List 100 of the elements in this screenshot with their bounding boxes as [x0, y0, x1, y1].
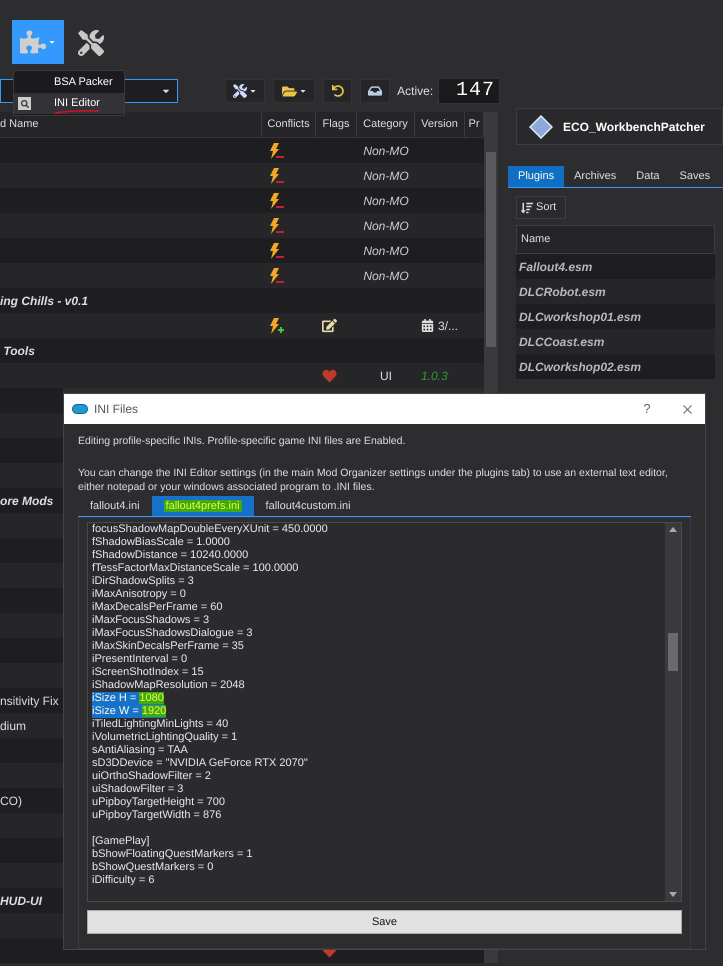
active-count-display: 147: [438, 78, 500, 104]
mod-row[interactable]: [0, 563, 63, 588]
plugin-tools-button[interactable]: [12, 20, 64, 64]
mod-row[interactable]: Non-MO: [0, 238, 484, 263]
ini-line: iMaxDecalsPerFrame = 60: [92, 600, 223, 614]
app-icon: [72, 404, 88, 414]
ini-line: bShowQuestMarkers = 0: [92, 860, 214, 874]
ini-line: [GamePlay]: [92, 834, 150, 848]
mod-row[interactable]: [0, 813, 63, 838]
mod-row[interactable]: [0, 838, 63, 863]
mod-row[interactable]: dium: [0, 713, 63, 738]
folder-button[interactable]: [273, 79, 316, 103]
plugin-row[interactable]: DLCworkshop01.esm: [516, 304, 715, 329]
scroll-down-icon[interactable]: [669, 892, 677, 897]
mod-row[interactable]: UI 1.0.3: [0, 363, 484, 388]
mod-row[interactable]: [0, 613, 63, 638]
mod-row[interactable]: [0, 538, 63, 563]
plugin-name: DLCworkshop02.esm: [519, 358, 642, 376]
column-header[interactable]: Name: [521, 231, 550, 248]
mod-row[interactable]: [0, 763, 63, 788]
ini-line: fShadowBiasScale = 1.0000: [92, 536, 230, 549]
file-tab[interactable]: fallout4.ini: [78, 496, 152, 516]
plugin-row[interactable]: DLCCoast.esm: [516, 329, 715, 354]
ini-line: uiOrthoShadowFilter = 2: [92, 770, 211, 783]
category-text: Non-MO: [363, 168, 409, 184]
plugin-row[interactable]: DLCworkshop02.esm: [516, 354, 715, 379]
plugin-row[interactable]: DLCRobot.esm: [516, 279, 715, 304]
undo-button[interactable]: [323, 79, 352, 103]
ini-line: iMaxFocusShadowsDialogue = 3: [92, 626, 253, 640]
mod-name: nsitivity Fix: [0, 692, 59, 710]
info-text: Editing profile-specific INIs. Profile-specific game INI files are Enabled.: [78, 434, 406, 449]
column-header[interactable]: Category: [357, 112, 415, 137]
sort-button[interactable]: Sort: [516, 196, 566, 219]
ini-line: fTessFactorMaxDistanceScale = 100.0000: [92, 562, 298, 575]
category-text: Non-MO: [363, 142, 409, 160]
panel-tab[interactable]: Saves: [670, 166, 720, 187]
mod-row[interactable]: Non-MO: [0, 188, 484, 213]
ini-line: iMaxAnisotropy = 0: [92, 588, 186, 601]
separator-row[interactable]: ing Chills - v0.1: [0, 288, 484, 313]
ini-line: iPresentInterval = 0: [92, 652, 188, 666]
backup-button[interactable]: [360, 79, 390, 103]
mod-row[interactable]: Non-MO: [0, 263, 484, 288]
file-tab[interactable]: fallout4custom.ini: [254, 496, 363, 516]
scroll-up-icon[interactable]: [669, 526, 677, 532]
mod-row[interactable]: 3/...: [0, 313, 484, 338]
mod-row[interactable]: [0, 663, 63, 688]
tools-icon[interactable]: [78, 30, 104, 56]
active-label: Active:: [397, 83, 434, 100]
tools-button[interactable]: [224, 79, 266, 103]
executable-panel[interactable]: ECO_WorkbenchPatcher: [516, 108, 723, 145]
column-header[interactable]: Conflicts: [262, 112, 316, 137]
separator-name: ing Chills - v0.1: [0, 292, 88, 310]
ini-line: iMaxFocusShadows = 3: [92, 614, 210, 627]
mod-row[interactable]: [0, 463, 63, 488]
plugin-row[interactable]: Fallout4.esm: [516, 254, 715, 279]
plugin-name: Fallout4.esm: [519, 258, 592, 276]
mod-row[interactable]: Non-MO: [0, 163, 484, 188]
menu-item[interactable]: INI Editor: [14, 93, 124, 114]
help-button[interactable]: ?: [637, 399, 657, 419]
column-header[interactable]: Version: [415, 112, 465, 137]
ini-line: iScreenShotIndex = 15: [92, 666, 204, 679]
caret-icon: [248, 87, 257, 95]
save-button[interactable]: Save: [87, 910, 682, 934]
panel-tab[interactable]: Plugins: [508, 166, 564, 187]
mod-row[interactable]: Non-MO: [0, 213, 484, 238]
caret-icon: [298, 87, 307, 95]
folder-icon: [282, 84, 297, 98]
separator-row[interactable]: HUD-UI: [0, 888, 63, 913]
scrollbar-thumb[interactable]: [486, 152, 496, 347]
editor-scrollbar-thumb[interactable]: [668, 632, 678, 671]
ini-text-editor[interactable]: [87, 522, 682, 902]
category-text: Non-MO: [363, 268, 409, 284]
mod-row[interactable]: nsitivity Fix: [0, 688, 63, 713]
mod-row[interactable]: [0, 638, 63, 663]
mod-row[interactable]: [0, 863, 63, 888]
mod-row[interactable]: [0, 913, 63, 938]
ini-line: iDirShadowSplits = 3: [92, 574, 194, 588]
mod-row[interactable]: [0, 738, 63, 763]
mod-row[interactable]: [0, 588, 63, 613]
tray-icon: [368, 84, 382, 98]
menu-item[interactable]: BSA Packer: [14, 72, 124, 93]
panel-tab[interactable]: Archives: [564, 166, 626, 187]
ini-line: sAntiAliasing = TAA: [92, 744, 188, 757]
ini-line: iDifficulty = 6: [92, 874, 154, 887]
panel-tab[interactable]: Data: [626, 166, 670, 187]
mod-row[interactable]: [0, 438, 63, 463]
mod-row[interactable]: [0, 388, 63, 413]
ini-line: sD3DDevice = "NVIDIA GeForce RTX 2070": [92, 756, 308, 770]
ini-line: iTiledLightingMinLights = 40: [92, 718, 228, 731]
separator-row[interactable]: ore Mods: [0, 488, 63, 513]
search-icon: [18, 97, 31, 110]
executable-name: ECO_WorkbenchPatcher: [563, 118, 705, 136]
undo-icon: [332, 85, 344, 97]
mod-row[interactable]: CO): [0, 788, 63, 813]
separator-row[interactable]: Tools: [0, 338, 484, 363]
mod-row[interactable]: [0, 513, 63, 538]
mod-row[interactable]: Non-MO: [0, 138, 484, 163]
category-text: Non-MO: [363, 218, 409, 234]
column-header[interactable]: Flags: [316, 112, 357, 137]
mod-row[interactable]: [0, 413, 63, 438]
